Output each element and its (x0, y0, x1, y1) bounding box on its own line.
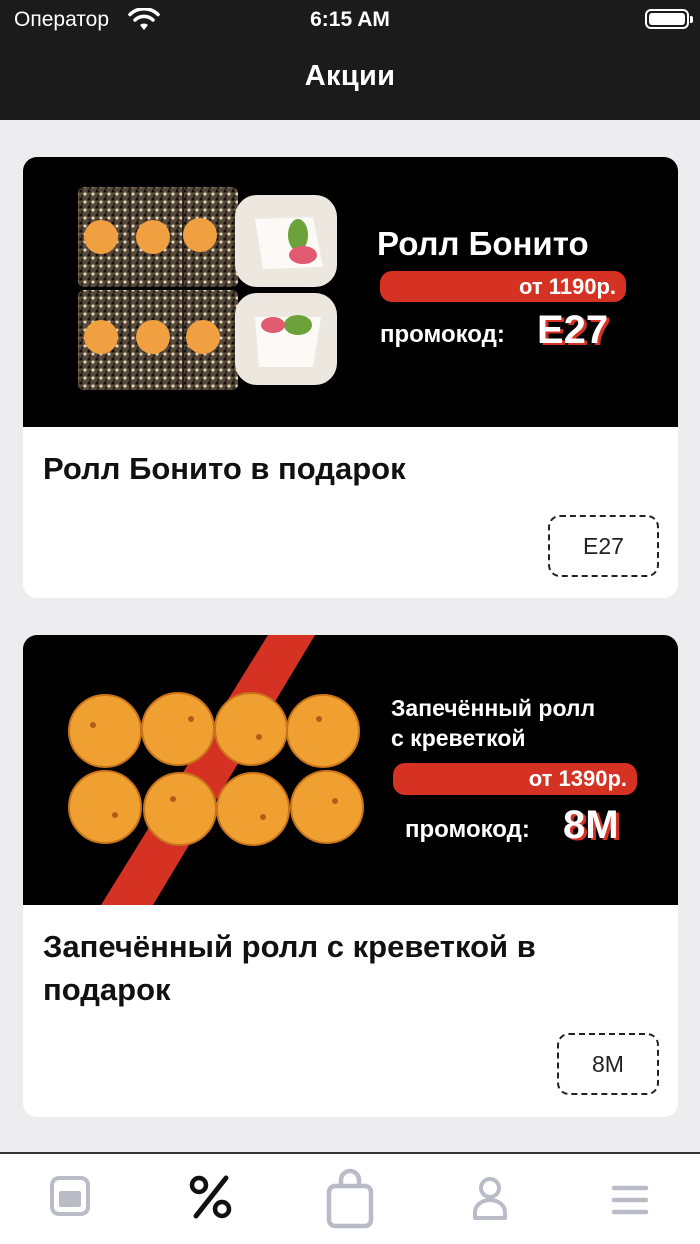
banner-price: от 1390р. (393, 763, 637, 795)
tab-cart[interactable] (310, 1164, 390, 1234)
banner-promo-label: промокод: (380, 321, 505, 348)
tab-bar (0, 1152, 700, 1244)
status-bar: Оператор 6:15 AM (0, 0, 700, 40)
tab-profile[interactable] (450, 1164, 530, 1234)
promo-card-shrimp[interactable]: Запечённый ролл с креветкой от 1390р. пр… (23, 635, 678, 1117)
banner-title-line2: с креветкой (391, 725, 526, 751)
promo-card-bonito[interactable]: Ролл Бонито от 1190р. промокод: E27 Ролл… (23, 157, 678, 598)
banner-promo-label: промокод: (405, 816, 530, 843)
promo-title: Ролл Бонито в подарок (43, 451, 406, 486)
promo-title: Запечённый ролл с креветкой в подарок (43, 929, 536, 1007)
menu-book-icon (50, 1176, 90, 1216)
profile-icon (473, 1177, 507, 1220)
promo-banner-image: Ролл Бонито от 1190р. промокод: E27 (23, 157, 678, 427)
banner-title-line1: Запечённый ролл (391, 695, 596, 721)
tab-promotions[interactable] (170, 1164, 250, 1234)
battery-icon (645, 9, 693, 29)
banner-price: от 1190р. (380, 271, 626, 302)
tab-menu[interactable] (30, 1164, 110, 1234)
hamburger-menu-icon (611, 1185, 649, 1215)
top-bar: Оператор 6:15 AM Акции (0, 0, 700, 120)
status-time: 6:15 AM (310, 8, 390, 31)
page-title: Акции (304, 60, 396, 92)
banner-promo-code: 8M (563, 803, 619, 847)
percent-icon (189, 1175, 232, 1219)
shopping-bag-icon (326, 1168, 374, 1229)
promo-code-badge[interactable]: E27 (548, 515, 659, 577)
promo-banner-image: Запечённый ролл с креветкой от 1390р. пр… (23, 635, 678, 905)
banner-title: Ролл Бонито (377, 225, 589, 262)
banner-promo-code: E27 (537, 308, 609, 352)
promo-code-badge[interactable]: 8M (557, 1033, 659, 1095)
tab-more[interactable] (590, 1164, 670, 1234)
